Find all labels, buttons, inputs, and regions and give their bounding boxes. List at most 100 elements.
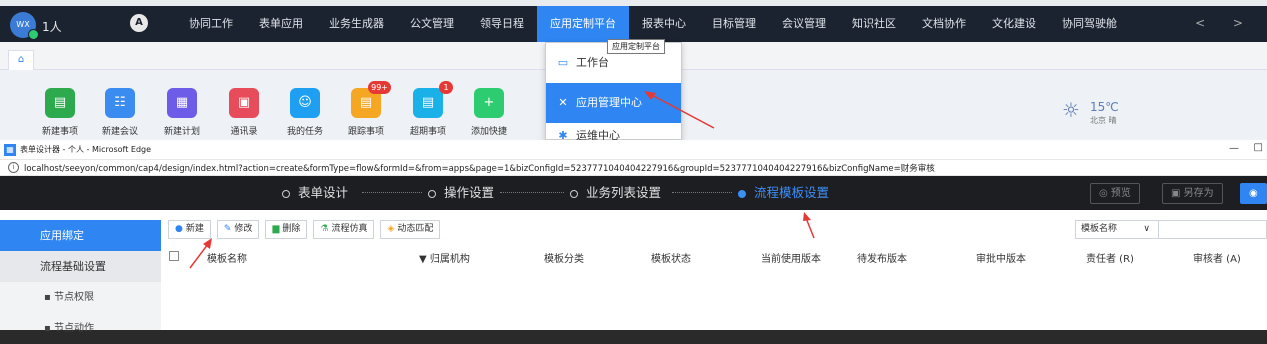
tracked-matters-icon: ▤ 99+ [351, 81, 391, 118]
plus-circle-icon: ● [175, 224, 183, 234]
delete-button[interactable]: ▆ 删除 [265, 220, 308, 239]
nav-item-goals[interactable]: 目标管理 [699, 6, 769, 42]
button-label: 动态匹配 [397, 224, 434, 234]
preview-button[interactable]: ◎ 预览 [1090, 183, 1140, 204]
overdue-matters-icon: ▤ 1 [413, 81, 453, 118]
nav-item-doc-collab[interactable]: 文档协作 [909, 6, 979, 42]
quick-item-my-tasks[interactable]: ☺ 我的任务 [275, 88, 335, 137]
nav-scroll-arrows[interactable]: < > [1195, 16, 1255, 30]
overdue-icon-glyph: ▤ [421, 95, 435, 110]
nav-item-knowledge[interactable]: 知识社区 [839, 6, 909, 42]
info-icon[interactable]: i [8, 162, 19, 173]
maximize-icon[interactable]: □ [1254, 142, 1263, 153]
button-label: 删除 [282, 224, 301, 234]
quick-item-new-plan[interactable]: ▦ 新建计划 [152, 88, 212, 137]
quick-item-new-meeting[interactable]: ☷ 新建会议 [90, 88, 150, 137]
col-approving-version[interactable]: 审批中版本 [976, 250, 1026, 265]
address-bar[interactable]: i localhost/seeyon/common/cap4/design/in… [0, 160, 1267, 176]
new-meeting-icon: ☷ [105, 88, 135, 118]
ops-icon: ✱ [558, 129, 568, 141]
quick-item-label: 新建计划 [163, 127, 200, 137]
dynamic-match-button[interactable]: ◈ 动态匹配 [380, 220, 441, 239]
col-responsible[interactable]: 责任者 (R) [1086, 250, 1134, 265]
nav-item-app-platform[interactable]: 应用定制平台 [537, 6, 629, 42]
quick-item-contacts[interactable]: ▣ 通讯录 [214, 88, 274, 137]
nav-tooltip: 应用定制平台 [607, 39, 665, 54]
save-as-button[interactable]: ▣ 另存为 [1162, 183, 1223, 204]
col-template-name[interactable]: 模板名称 [207, 250, 247, 265]
step-label: 流程模板设置 [754, 185, 830, 200]
col-current-version[interactable]: 当前使用版本 [761, 250, 821, 265]
tracked-icon-glyph: ▤ [359, 95, 373, 110]
monitor-icon: ▭ [557, 56, 569, 69]
nav-item-biz-generator[interactable]: 业务生成器 [316, 6, 397, 42]
step-list-settings[interactable]: 业务列表设置 [570, 176, 661, 210]
quick-item-label: 超期事项 [409, 127, 446, 137]
bullet-icon: ▪ [44, 292, 54, 303]
quick-item-label: 通讯录 [230, 127, 258, 137]
home-icon[interactable]: ⌂ [8, 50, 34, 70]
preview-label: 预览 [1110, 188, 1131, 199]
nav-item-form-app[interactable]: 表单应用 [246, 6, 316, 42]
sidebar-item-app-binding[interactable]: 应用绑定 [0, 220, 161, 251]
col-reviewer[interactable]: 审核者 (A) [1193, 250, 1241, 265]
nav-item-culture[interactable]: 文化建设 [979, 6, 1049, 42]
count-badge: 1 [439, 81, 453, 94]
avatar[interactable]: WX [10, 12, 39, 40]
minimize-icon[interactable]: — [1229, 143, 1239, 154]
pencil-icon: ✎ [223, 224, 232, 234]
nav-item-report-center[interactable]: 报表中心 [629, 6, 699, 42]
flow-simulation-button[interactable]: ⚗ 流程仿真 [313, 220, 375, 239]
edit-button[interactable]: ✎ 修改 [216, 220, 260, 239]
quick-item-new-matter[interactable]: ▤ 新建事项 [30, 88, 90, 137]
trash-icon: ▆ [272, 224, 280, 234]
flow-icon: ⚗ [320, 224, 329, 234]
quick-item-tracked[interactable]: ▤ 99+ 跟踪事项 [336, 81, 396, 137]
top-nav-bar: WX 1人 A 协同工作 表单应用 业务生成器 公文管理 领导日程 应用定制平台… [0, 0, 1267, 42]
step-operation-settings[interactable]: 操作设置 [428, 176, 494, 210]
quick-item-label: 新建会议 [101, 127, 138, 137]
window-title-bar: ▦ 表单设计器 - 个人 - Microsoft Edge — □ [0, 140, 1267, 160]
nav-item-meetings[interactable]: 会议管理 [769, 6, 839, 42]
button-label: 新建 [185, 224, 204, 234]
step-form-design[interactable]: 表单设计 [282, 176, 348, 210]
avatar-text: WX [16, 20, 30, 29]
user-name[interactable]: 1人 [42, 18, 62, 35]
sidebar-item-node-permission[interactable]: ▪ 节点权限 [0, 282, 161, 313]
nav-item-leader-schedule[interactable]: 领导日程 [467, 6, 537, 42]
step-flow-template[interactable]: 流程模板设置 [738, 176, 829, 210]
url-text[interactable]: localhost/seeyon/common/cap4/design/inde… [24, 162, 935, 174]
step-dot-icon [570, 189, 578, 198]
quick-item-add-shortcut[interactable]: + 添加快捷 [459, 88, 519, 137]
col-org[interactable]: ▼ 归属机构 [419, 250, 470, 265]
sidebar-item-label: 节点动作 [53, 323, 94, 334]
col-category[interactable]: 模板分类 [544, 250, 584, 265]
count-badge: 99+ [368, 81, 391, 94]
browser-window: ▦ 表单设计器 - 个人 - Microsoft Edge — □ i loca… [0, 140, 1267, 334]
quick-item-overdue[interactable]: ▤ 1 超期事项 [398, 81, 458, 137]
nav-item-cockpit[interactable]: 协同驾驶舱 [1049, 6, 1130, 42]
button-label: 流程仿真 [331, 224, 368, 234]
logo-icon[interactable]: A [130, 14, 148, 32]
sidebar-item-node-action[interactable]: ▪ 节点动作 [0, 313, 161, 344]
select-all-checkbox[interactable] [169, 251, 179, 261]
step-label: 操作设置 [444, 185, 495, 200]
nav-item-docs[interactable]: 公文管理 [397, 6, 467, 42]
template-filter-select[interactable]: 模板名称 ∨ [1075, 220, 1159, 239]
window-title: 表单设计器 - 个人 - Microsoft Edge [20, 145, 152, 154]
col-status[interactable]: 模板状态 [651, 250, 691, 265]
match-icon: ◈ [387, 224, 395, 234]
new-button[interactable]: ● 新建 [168, 220, 211, 239]
bullet-icon: ▪ [44, 323, 54, 334]
nav-item-collab[interactable]: 协同工作 [176, 6, 246, 42]
my-tasks-icon: ☺ [290, 88, 320, 118]
col-pending-version[interactable]: 待发布版本 [857, 250, 907, 265]
sidebar-item-label: 节点权限 [53, 292, 94, 303]
app-icon: ▦ [4, 144, 16, 156]
tools-icon: ✕ [558, 96, 568, 109]
save-button[interactable]: ◉ [1240, 183, 1267, 204]
online-status-icon [28, 29, 39, 40]
quick-item-label: 添加快捷 [470, 127, 507, 137]
sidebar-item-flow-basic[interactable]: 流程基础设置 [0, 251, 161, 282]
filter-input[interactable] [1159, 220, 1267, 239]
